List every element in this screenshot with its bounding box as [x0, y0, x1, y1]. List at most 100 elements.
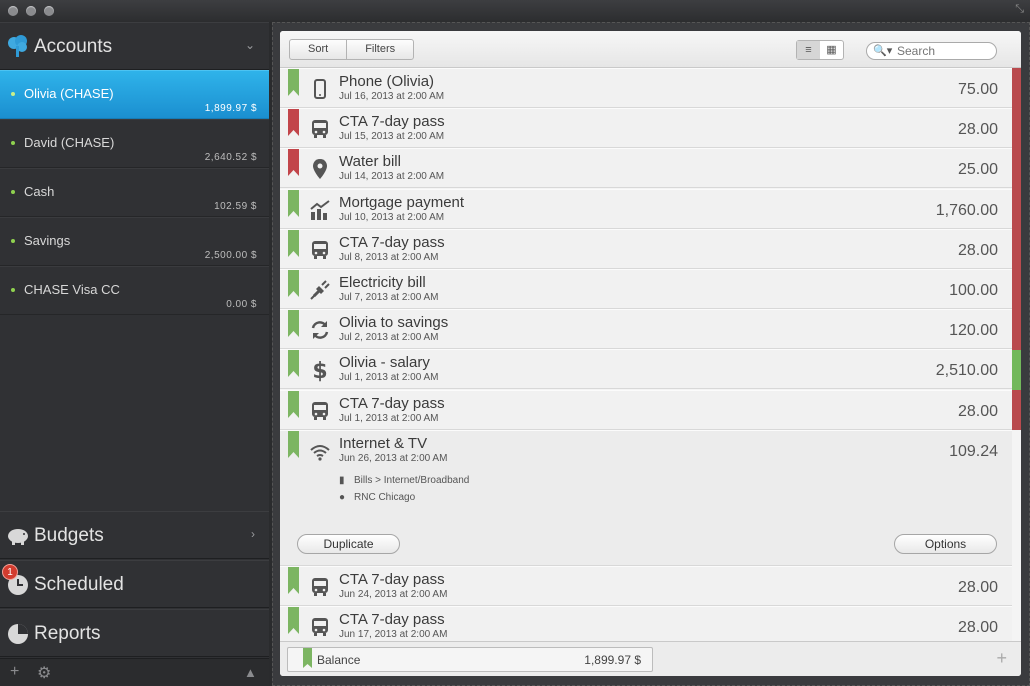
flag-icon [288, 149, 299, 177]
transactions-panel: Sort Filters ≡ ▦ 🔍▾ Phone (Olivia)Jul 16… [280, 31, 1021, 676]
transaction-name: Mortgage payment [339, 193, 465, 211]
transaction-name: Water bill [339, 153, 401, 171]
account-balance: 102.59 $ [214, 201, 257, 212]
flag-icon [288, 567, 299, 594]
dollar-icon: $ [312, 359, 327, 382]
transaction-row[interactable]: CTA 7-day pass Jun 24, 2013 at 2:00 AM 28.… [280, 566, 1012, 606]
plug-icon [310, 280, 330, 300]
search-box[interactable]: 🔍▾ [866, 42, 997, 60]
transaction-name: Electricity bill [339, 274, 426, 291]
category-label: Bills > Internet/Broadband [354, 475, 470, 486]
flag-icon [288, 431, 299, 458]
footer-bar: Balance 1,899.97 $ + [280, 641, 1021, 676]
transaction-amount: 28.00 [957, 121, 998, 139]
sort-button[interactable]: Sort [290, 40, 346, 59]
svg-text:$: $ [312, 359, 327, 382]
account-name: David (CHASE) [24, 135, 115, 150]
status-dot [11, 92, 15, 96]
search-icon[interactable]: 🔍▾ [873, 44, 892, 57]
account-cash[interactable]: Cash 102.59 $ [0, 168, 269, 217]
transaction-name: Phone (Olivia) [339, 73, 435, 90]
resize-icon[interactable]: ⤡ [1015, 3, 1024, 16]
transaction-amount: 2,510.00 [935, 362, 998, 380]
close-window-button[interactable] [8, 6, 18, 16]
transaction-name: CTA 7-day pass [339, 571, 445, 588]
transaction-date: Jul 8, 2013 at 2:00 AM [339, 251, 439, 263]
add-account-icon[interactable]: + [10, 663, 19, 681]
bus-icon [312, 578, 328, 596]
transaction-amount: 28.00 [957, 241, 998, 259]
account-olivia-chase[interactable]: Olivia (CHASE) 1,899.97 $ [0, 70, 269, 119]
transaction-row[interactable]: CTA 7-day pass Jul 1, 2013 at 2:00 AM 28.0… [280, 389, 1012, 430]
bus-icon [312, 401, 328, 420]
transaction-amount: 75.00 [957, 81, 998, 98]
transaction-date: Jun 24, 2013 at 2:00 AM [339, 589, 448, 600]
transaction-amount: 28.00 [957, 619, 998, 636]
transaction-date: Jul 10, 2013 at 2:00 AM [339, 211, 445, 223]
transaction-row[interactable]: Mortgage payment Jul 10, 2013 at 2:00 AM 1… [280, 188, 1012, 229]
account-balance: 1,899.97 $ [204, 103, 257, 114]
toolbar: Sort Filters ≡ ▦ 🔍▾ [280, 31, 1021, 68]
transaction-amount: 1,760.00 [935, 201, 998, 219]
transaction-row[interactable]: Electricity bill Jul 7, 2013 at 2:00 AM 10… [280, 269, 1012, 309]
flag-icon [303, 648, 312, 668]
flag-icon [288, 390, 299, 418]
transaction-row[interactable]: Water bill Jul 14, 2013 at 2:00 AM 25.00 [280, 148, 1012, 189]
flag-icon [288, 310, 299, 338]
flag-icon [288, 189, 299, 217]
account-david-chase[interactable]: David (CHASE) 2,640.52 $ [0, 119, 269, 168]
income-stripe [1012, 350, 1021, 390]
options-button[interactable]: Options [894, 534, 997, 554]
search-input[interactable] [897, 44, 992, 58]
eject-icon[interactable]: ▲ [244, 665, 257, 680]
sidebar-bottom-bar: + ⚙ ▲ [0, 658, 269, 686]
transaction-name: CTA 7-day pass [339, 233, 445, 251]
expense-stripe [1012, 68, 1021, 350]
transaction-amount: 28.00 [957, 579, 998, 596]
title-bar: ⤡ [0, 0, 1030, 22]
list-view-icon[interactable]: ≡ [797, 41, 820, 59]
account-chase-visa-cc[interactable]: CHASE Visa CC 0.00 $ [0, 266, 269, 315]
transaction-row[interactable]: CTA 7-day pass Jul 8, 2013 at 2:00 AM 28.0… [280, 228, 1012, 269]
transfer-icon [311, 321, 329, 340]
transaction-date: Jul 14, 2013 at 2:00 AM [339, 171, 445, 183]
sidebar: Accounts ⌄ Olivia (CHASE) 1,899.97 $ Dav… [0, 22, 269, 686]
tree-icon [8, 35, 27, 57]
category-line: ▮ Bills > Internet/Broadband [339, 475, 469, 486]
transaction-row[interactable]: CTA 7-day pass Jun 17, 2013 at 2:00 AM 28.… [280, 606, 1012, 646]
duplicate-button[interactable]: Duplicate [297, 534, 400, 554]
sort-filter-group: Sort Filters [289, 39, 415, 60]
gear-icon[interactable]: ⚙ [37, 663, 51, 683]
transaction-name: CTA 7-day pass [339, 394, 445, 412]
grid-view-icon[interactable]: ▦ [820, 41, 843, 59]
person-icon: ● [339, 492, 346, 503]
zoom-window-button[interactable] [44, 6, 54, 16]
scheduled-title: Scheduled [34, 574, 124, 595]
budgets-title: Budgets [34, 525, 104, 546]
account-savings[interactable]: Savings 2,500.00 $ [0, 217, 269, 266]
scheduled-header[interactable]: 1 Scheduled [0, 560, 269, 608]
transaction-row[interactable]: Olivia to savings Jul 2, 2013 at 2:00 AM 1… [280, 309, 1012, 350]
status-dot [11, 239, 15, 243]
transaction-row[interactable]: Phone (Olivia) Jul 16, 2013 at 2:00 AM 75.… [280, 68, 1012, 108]
transaction-amount: 28.00 [957, 402, 998, 420]
filters-button[interactable]: Filters [346, 40, 413, 59]
transaction-row-expanded[interactable]: Internet & TV Jun 26, 2013 at 2:00 AM 10… [280, 430, 1012, 566]
transaction-row[interactable]: $ Olivia - salary Jul 1, 2013 at 2:00 AM 2,… [280, 349, 1012, 390]
chevron-down-icon[interactable]: ⌄ [245, 38, 255, 52]
account-balance: 0.00 $ [226, 299, 257, 310]
flag-icon [288, 350, 299, 378]
minimize-window-button[interactable] [26, 6, 36, 16]
status-dot [11, 141, 15, 145]
accounts-header[interactable]: Accounts ⌄ [0, 22, 269, 70]
account-name: CHASE Visa CC [24, 282, 120, 297]
reports-header[interactable]: Reports [0, 609, 269, 657]
add-transaction-icon[interactable]: + [996, 648, 1007, 669]
budgets-header[interactable]: Budgets › [0, 511, 269, 559]
transaction-row[interactable]: CTA 7-day pass Jul 15, 2013 at 2:00 AM 28.… [280, 108, 1012, 149]
chevron-right-icon[interactable]: › [251, 527, 255, 541]
transaction-date: Jul 7, 2013 at 2:00 AM [339, 292, 439, 303]
transaction-name: Internet & TV [339, 435, 428, 452]
accounts-title: Accounts [34, 36, 113, 57]
transaction-date: Jul 2, 2013 at 2:00 AM [339, 332, 439, 344]
